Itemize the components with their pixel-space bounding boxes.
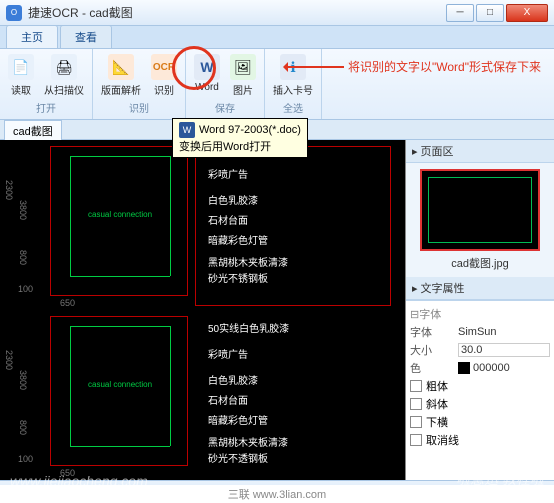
close-button[interactable]: X [506, 4, 548, 22]
window-title: 捷速OCR - cad截图 [28, 4, 446, 21]
app-icon: O [6, 5, 22, 21]
page-thumbnail[interactable] [420, 169, 540, 251]
tab-view[interactable]: 查看 [60, 25, 112, 48]
doc-tab-cad[interactable]: cad截图 [4, 120, 62, 141]
font-color[interactable]: 000000 [458, 362, 550, 374]
group-open: 打开 [36, 100, 56, 115]
cad-view-top: casual connection 彩喷广告 白色乳胶漆 石材台面 暗藏彩色灯管… [0, 140, 405, 310]
pages-header: ▸ 页面区 [406, 140, 554, 163]
italic-checkbox[interactable] [410, 398, 422, 410]
cad-view-bottom: casual connection 50实线白色乳胶漆 彩喷广告 白色乳胶漆 石… [0, 310, 405, 480]
strike-checkbox[interactable] [410, 434, 422, 446]
read-button[interactable]: 📄读取 [6, 52, 36, 99]
layout-button[interactable]: 📐版面解析 [99, 52, 143, 99]
font-name[interactable]: SimSun [458, 326, 550, 338]
bold-checkbox[interactable] [410, 380, 422, 392]
thumbnail-label: cad截图.jpg [451, 255, 508, 271]
font-size[interactable]: 30.0 [458, 343, 550, 357]
maximize-button[interactable]: □ [476, 4, 504, 22]
save-image-button[interactable]: 🖼图片 [228, 52, 258, 99]
props-header: ▸ 文字属性 [406, 277, 554, 300]
save-word-tooltip: WWord 97-2003(*.doc) 变换后用Word打开 [172, 118, 308, 158]
footer-text: 三联 www.3lian.com [0, 485, 554, 503]
property-grid: ⊟ 字体 字体SimSun 大小30.0 色000000 粗体 斜体 下横 取消… [406, 300, 554, 480]
tab-home[interactable]: 主页 [6, 25, 58, 48]
group-save: 保存 [215, 100, 235, 115]
underline-checkbox[interactable] [410, 416, 422, 428]
minimize-button[interactable]: ─ [446, 4, 474, 22]
ocr-button[interactable]: OCR识别 [149, 52, 179, 99]
save-word-button[interactable]: WWord [192, 52, 222, 99]
word-icon: W [179, 122, 195, 138]
scan-button[interactable]: 🖨从扫描仪 [42, 52, 86, 99]
ribbon-tabs: 主页 查看 [0, 26, 554, 48]
titlebar: O 捷速OCR - cad截图 ─ □ X [0, 0, 554, 26]
group-recognize: 识别 [129, 100, 149, 115]
annotation-text: 将识别的文字以"Word"形式保存下来 [348, 58, 541, 75]
group-select: 全选 [283, 100, 303, 115]
side-pane: ▸ 页面区 cad截图.jpg ▸ 文字属性 ⊟ 字体 字体SimSun 大小3… [406, 140, 554, 480]
insert-button[interactable]: ℹ插入卡号 [271, 52, 315, 99]
canvas[interactable]: casual connection 彩喷广告 白色乳胶漆 石材台面 暗藏彩色灯管… [0, 140, 406, 480]
